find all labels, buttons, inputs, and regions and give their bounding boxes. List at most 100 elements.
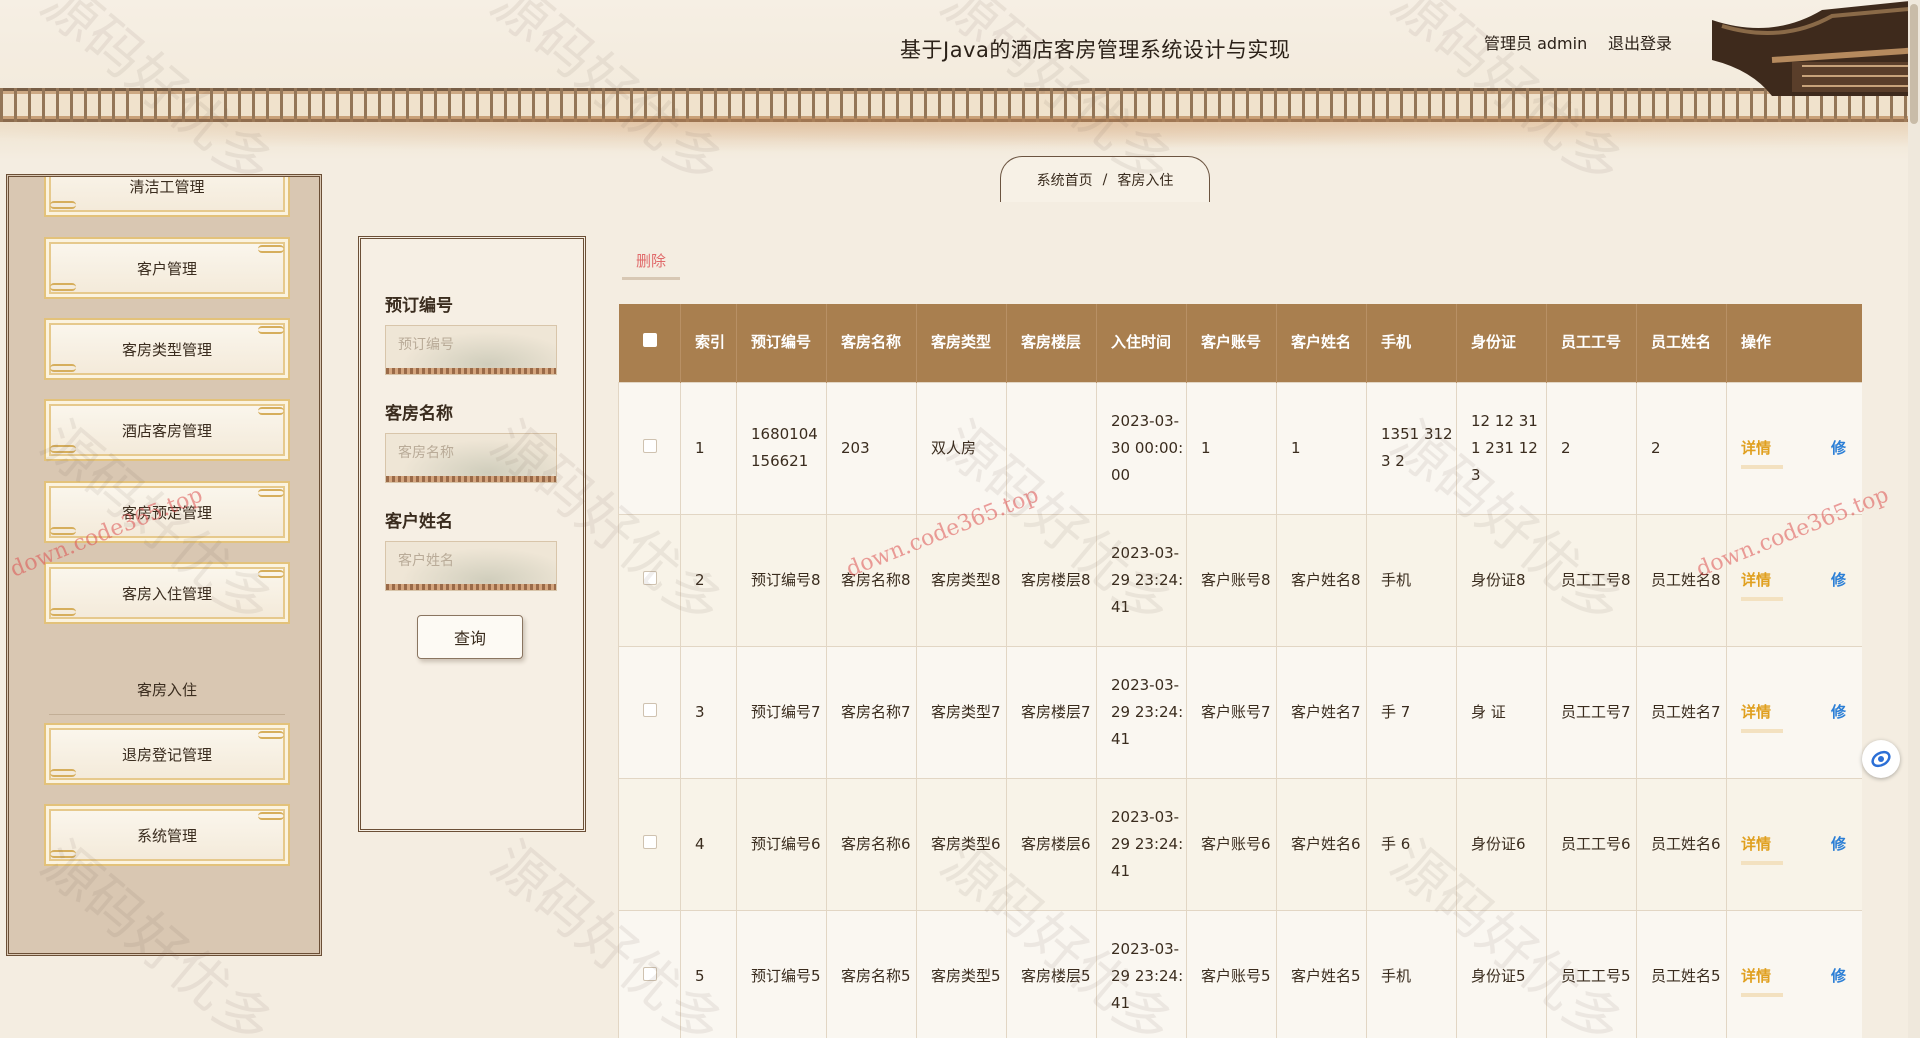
sidebar-item-checkin[interactable]: 客房入住管理	[44, 562, 290, 624]
col-header: 客房名称	[826, 304, 917, 382]
page-scrollbar[interactable]	[1908, 0, 1920, 1038]
row-checkbox[interactable]	[643, 966, 657, 981]
sidebar-item-checkout[interactable]: 退房登记管理	[44, 723, 290, 785]
row-checkbox-cell[interactable]	[618, 909, 681, 1038]
cell-account: 客户账号8	[1186, 513, 1277, 647]
cell-checkin: 2023-03-29 23:24:41	[1096, 513, 1187, 647]
row-checkbox-cell[interactable]	[618, 645, 681, 779]
cell-booking-no: 1680104156621	[736, 381, 827, 515]
sidebar-item-cleaner[interactable]: 清洁工管理	[44, 177, 290, 217]
breadcrumb: 系统首页 / 客房入住	[1000, 156, 1210, 202]
checkbox-icon[interactable]	[642, 333, 657, 348]
cell-id-card: 身份证6	[1456, 777, 1547, 911]
scrollbar-thumb[interactable]	[1910, 4, 1918, 124]
detail-button[interactable]: 详情	[1741, 834, 1784, 865]
cell-phone: 手机	[1366, 513, 1457, 647]
sidebar-item-label: 客房类型管理	[121, 340, 212, 359]
cell-account: 1	[1186, 381, 1277, 515]
delete-button[interactable]: 删除	[622, 244, 680, 280]
row-checkbox-cell[interactable]	[618, 513, 681, 647]
cell-phone: 手 7	[1366, 645, 1457, 779]
table-row: 4 预订编号6 客房名称6 客房类型6 客房楼层6 2023-03-29 23:24:41…	[618, 777, 1862, 911]
cell-emp-name: 员工姓名8	[1636, 513, 1727, 647]
col-header: 索引	[680, 304, 737, 382]
cell-actions: 详情 修	[1726, 777, 1862, 911]
edit-button[interactable]: 修	[1831, 835, 1846, 853]
col-header: 员工姓名	[1636, 304, 1727, 382]
row-checkbox[interactable]	[643, 834, 657, 849]
cell-room-name: 客房名称5	[826, 909, 917, 1038]
breadcrumb-separator: /	[1102, 171, 1108, 188]
floating-help-button[interactable]	[1862, 740, 1900, 778]
sidebar-item-hotel-room[interactable]: 酒店客房管理	[44, 399, 290, 461]
row-checkbox[interactable]	[643, 570, 657, 585]
table-row: 1 1680104156621 203 双人房 2023-03-30 00:00:00 1…	[618, 381, 1862, 515]
row-checkbox[interactable]	[643, 438, 657, 453]
col-header: 入住时间	[1096, 304, 1187, 382]
sidebar-item-label: 系统管理	[136, 826, 197, 845]
room-name-input[interactable]	[385, 433, 557, 483]
cell-index: 4	[680, 777, 737, 911]
detail-button[interactable]: 详情	[1741, 702, 1784, 733]
booking-no-input[interactable]	[385, 325, 557, 375]
scroll-ornament-icon	[50, 283, 76, 291]
scroll-ornament-icon	[258, 731, 284, 739]
query-button[interactable]: 查询	[417, 615, 523, 659]
cell-index: 3	[680, 645, 737, 779]
sidebar-item-label: 清洁工管理	[129, 177, 205, 196]
edit-button[interactable]: 修	[1831, 439, 1846, 457]
cell-booking-no: 预订编号5	[736, 909, 827, 1038]
cell-room-name: 客房名称6	[826, 777, 917, 911]
cell-id-card: 身份证5	[1456, 909, 1547, 1038]
sidebar-item-customer[interactable]: 客户管理	[44, 237, 290, 299]
room-name-label: 客房名称	[385, 404, 453, 424]
cell-emp-name: 员工姓名6	[1636, 777, 1727, 911]
table-row: 2 预订编号8 客房名称8 客房类型8 客房楼层8 2023-03-29 23:24:41…	[618, 513, 1862, 647]
cell-account: 客户账号7	[1186, 645, 1277, 779]
select-all-checkbox[interactable]	[618, 304, 681, 382]
sidebar-item-system[interactable]: 系统管理	[44, 804, 290, 866]
table-header-row: 索引 预订编号 客房名称 客房类型 客房楼层 入住时间 客户账号 客户姓名 手机…	[618, 304, 1862, 382]
cell-id-card: 12 12 31 1 231 123	[1456, 381, 1547, 515]
edit-button[interactable]: 修	[1831, 703, 1846, 721]
breadcrumb-home[interactable]: 系统首页	[1037, 170, 1093, 190]
search-panel: 预订编号 客房名称 客户姓名 查询	[358, 236, 586, 832]
edit-button[interactable]: 修	[1831, 967, 1846, 985]
cell-floor	[1006, 381, 1097, 515]
cell-room-name: 203	[826, 381, 917, 515]
detail-button[interactable]: 详情	[1741, 438, 1784, 469]
cell-customer: 1	[1276, 381, 1367, 515]
cell-account: 客户账号6	[1186, 777, 1277, 911]
scroll-ornament-icon	[50, 850, 76, 858]
cell-floor: 客房楼层7	[1006, 645, 1097, 779]
cell-actions: 详情 修	[1726, 513, 1862, 647]
cell-room-type: 客房类型6	[916, 777, 1007, 911]
sidebar-item-label: 客房预定管理	[121, 503, 212, 522]
header-fence-decoration	[0, 88, 1920, 122]
sidebar: 清洁工管理 客户管理 客房类型管理 酒店客房管理 客房预定管理 客房入住管理 客…	[6, 174, 322, 956]
customer-name-input[interactable]	[385, 541, 557, 591]
sidebar-item-room-type[interactable]: 客房类型管理	[44, 318, 290, 380]
edit-button[interactable]: 修	[1831, 571, 1846, 589]
detail-button[interactable]: 详情	[1741, 966, 1784, 997]
cell-booking-no: 预订编号8	[736, 513, 827, 647]
breadcrumb-current: 客房入住	[1117, 172, 1174, 189]
scroll-ornament-icon	[50, 364, 76, 372]
scroll-ornament-icon	[50, 445, 76, 453]
sidebar-subitem-checkin[interactable]: 客房入住	[49, 665, 285, 715]
cell-emp-no: 员工工号8	[1546, 513, 1637, 647]
cell-customer: 客户姓名8	[1276, 513, 1367, 647]
cell-emp-name: 员工姓名7	[1636, 645, 1727, 779]
row-checkbox-cell[interactable]	[618, 777, 681, 911]
scroll-ornament-icon	[50, 201, 76, 209]
sidebar-item-reservation[interactable]: 客房预定管理	[44, 481, 290, 543]
cell-customer: 客户姓名7	[1276, 645, 1367, 779]
cell-checkin: 2023-03-29 23:24:41	[1096, 777, 1187, 911]
detail-button[interactable]: 详情	[1741, 570, 1784, 601]
scroll-ornament-icon	[258, 489, 284, 497]
logout-link[interactable]: 退出登录	[1608, 30, 1672, 54]
sidebar-item-label: 客户管理	[136, 259, 197, 278]
row-checkbox-cell[interactable]	[618, 381, 681, 515]
row-checkbox[interactable]	[643, 702, 657, 717]
cell-emp-no: 员工工号5	[1546, 909, 1637, 1038]
